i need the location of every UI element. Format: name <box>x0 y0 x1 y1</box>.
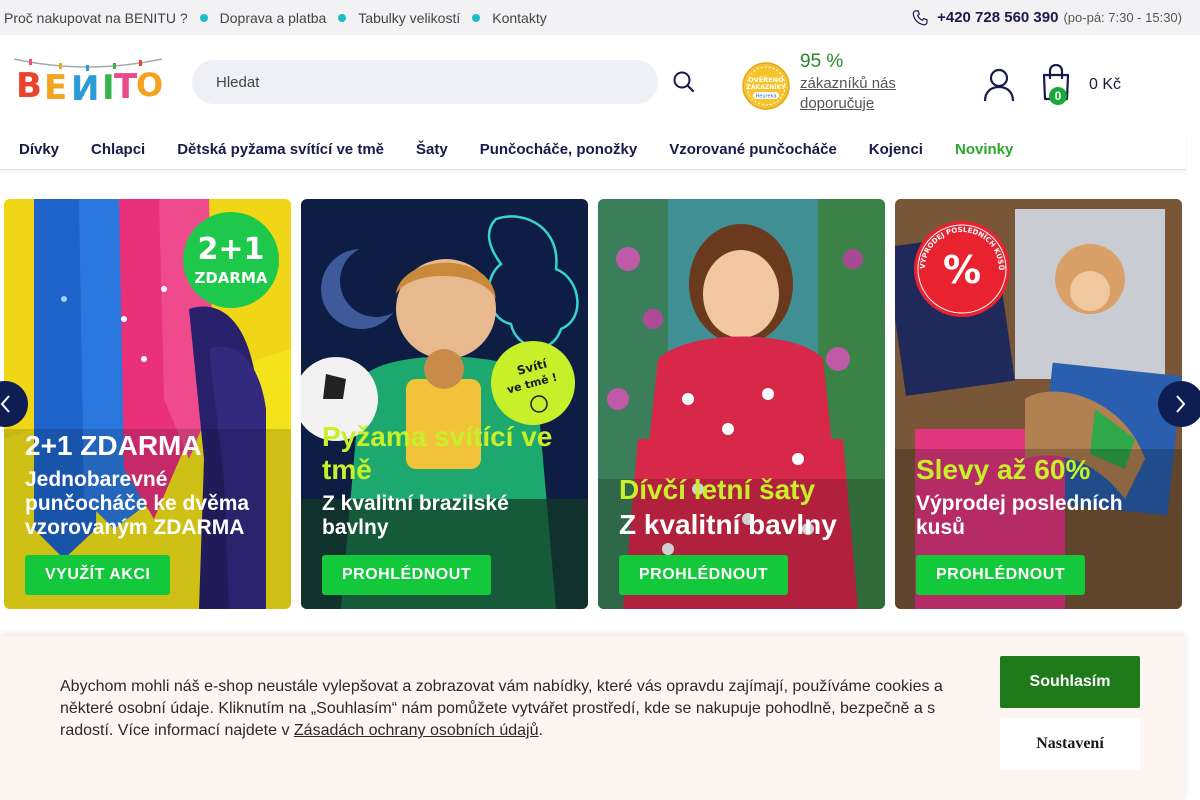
cookie-settings-button[interactable]: Nastavení <box>1000 718 1140 770</box>
carousel-prev-button[interactable] <box>0 381 28 427</box>
customer-rating: 95 % zákazníků nás doporučuje <box>800 51 940 114</box>
heureka-verified-badge[interactable]: OVĚŘENO ZÁKAZNÍKY Heureka <box>742 62 790 110</box>
benito-logo[interactable]: B E И I T O <box>12 53 164 109</box>
cookie-agree-button[interactable]: Souhlasím <box>1000 656 1140 708</box>
bullet-dot <box>199 13 208 22</box>
svg-text:O: O <box>136 66 163 104</box>
nav-item-tights-socks[interactable]: Punčocháče, ponožky <box>464 141 654 158</box>
banner-text: Slevy až 60% Výprodej posledních kusů <box>916 453 1168 540</box>
banner-subtitle: Z kvalitní brazilské bavlny <box>322 492 509 539</box>
cookie-message: Abychom mohli náš e-shop neustále vylepš… <box>60 676 960 742</box>
top-bar: Proč nakupovat na BENITU ? Doprava a pla… <box>0 0 1200 35</box>
banner-cta-button[interactable]: PROHLÉDNOUT <box>916 555 1086 595</box>
banner-title: 2+1 ZDARMA <box>25 430 202 461</box>
banner-cta-button[interactable]: VYUŽÍT AKCI <box>25 555 171 595</box>
banner-title: Slevy až 60% <box>916 454 1091 485</box>
svg-text:E: E <box>44 68 67 108</box>
banner-subtitle: Z kvalitní bavlny <box>619 509 837 540</box>
svg-text:ZDARMA: ZDARMA <box>194 269 267 287</box>
cookie-text-end: . <box>538 722 543 739</box>
promo-banners: 2+1 ZDARMA 2+1 ZDARMA Jednobarevné punčo… <box>4 199 1182 609</box>
privacy-policy-link[interactable]: Zásadách ochrany osobních údajů <box>294 722 539 739</box>
top-links: Proč nakupovat na BENITU ? Doprava a pla… <box>0 10 547 26</box>
chevron-right-icon <box>1176 395 1186 413</box>
top-link-shipping[interactable]: Doprava a platba <box>220 10 327 26</box>
main-nav: Dívky Chlapci Dětská pyžama svítící ve t… <box>0 130 1186 170</box>
svg-text:И: И <box>71 69 99 109</box>
search-input[interactable] <box>192 60 658 104</box>
banner-glow-pajamas[interactable]: Svítí ve tmě ! Pyžama svítící ve tmě Z k… <box>301 199 588 609</box>
svg-text:B: B <box>16 66 42 106</box>
rating-percent: 95 % <box>800 51 844 72</box>
bullet-dot <box>472 13 481 22</box>
bullet-dot <box>338 13 347 22</box>
banner-title: Dívčí letní šaty <box>619 474 816 505</box>
banner-subtitle: Jednobarevné punčocháče ke dvěma vzorova… <box>25 468 250 539</box>
banner-image-pajamas: Svítí ve tmě ! <box>301 199 588 609</box>
banner-text: 2+1 ZDARMA Jednobarevné punčocháče ke dv… <box>25 429 277 540</box>
nav-item-infants[interactable]: Kojenci <box>853 141 939 158</box>
user-icon[interactable] <box>982 67 1016 103</box>
svg-text:OVĚŘENO: OVĚŘENO <box>748 75 784 84</box>
contact-info: +420 728 560 390 (po-pá: 7:30 - 15:30) <box>911 0 1182 35</box>
cookie-consent-bar: Abychom mohli náš e-shop neustále vylepš… <box>0 636 1186 800</box>
banner-title: Pyžama svítící ve tmě <box>322 421 553 485</box>
nav-item-new[interactable]: Novinky <box>939 141 1029 158</box>
banner-image-dresses <box>598 199 885 609</box>
banner-text: Dívčí letní šaty Z kvalitní bavlny <box>619 473 871 541</box>
banner-image-sale: % VÝPRODEJ POSLEDNÍCH KUSŮ <box>895 199 1182 609</box>
nav-item-glow-pajamas[interactable]: Dětská pyžama svítící ve tmě <box>161 141 400 158</box>
nav-item-girls[interactable]: Dívky <box>3 141 75 158</box>
svg-text:I: I <box>102 68 115 108</box>
search-icon[interactable] <box>670 68 698 96</box>
top-link-contacts[interactable]: Kontakty <box>492 10 546 26</box>
rating-link[interactable]: zákazníků nás doporučuje <box>800 74 940 114</box>
opening-hours: (po-pá: 7:30 - 15:30) <box>1063 10 1182 25</box>
svg-text:ZÁKAZNÍKY: ZÁKAZNÍKY <box>747 83 787 91</box>
phone-icon <box>912 9 928 25</box>
svg-text:Heureka: Heureka <box>756 94 777 100</box>
nav-item-patterned-tights[interactable]: Vzorované punčocháče <box>653 141 853 158</box>
banner-subtitle: Výprodej posledních kusů <box>916 492 1123 539</box>
carousel-next-button[interactable] <box>1158 381 1200 427</box>
banner-text: Pyžama svítící ve tmě Z kvalitní brazils… <box>322 420 574 540</box>
top-link-why-benito[interactable]: Proč nakupovat na BENITU ? <box>4 10 188 26</box>
phone-number[interactable]: +420 728 560 390 <box>937 9 1058 26</box>
header: B E И I T O OVĚŘENO ZÁKAZNÍKY Heureka 95… <box>0 35 1186 130</box>
svg-text:2+1: 2+1 <box>198 232 265 267</box>
nav-item-boys[interactable]: Chlapci <box>75 141 161 158</box>
banner-cta-button[interactable]: PROHLÉDNOUT <box>619 555 789 595</box>
top-link-size-tables[interactable]: Tabulky velikostí <box>358 10 460 26</box>
chevron-left-icon <box>0 395 10 413</box>
banner-image-tights: 2+1 ZDARMA <box>4 199 291 609</box>
nav-item-dresses[interactable]: Šaty <box>400 141 464 158</box>
cart-count-badge: 0 <box>1049 87 1067 105</box>
banner-cta-button[interactable]: PROHLÉDNOUT <box>322 555 492 595</box>
banner-tights-offer[interactable]: 2+1 ZDARMA 2+1 ZDARMA Jednobarevné punčo… <box>4 199 291 609</box>
cart-total[interactable]: 0 Kč <box>1089 76 1121 94</box>
svg-text:%: % <box>943 248 981 292</box>
svg-text:T: T <box>114 67 138 107</box>
banner-summer-dresses[interactable]: Dívčí letní šaty Z kvalitní bavlny PROHL… <box>598 199 885 609</box>
banner-clearance-sale[interactable]: % VÝPRODEJ POSLEDNÍCH KUSŮ Slevy až 60% … <box>895 199 1182 609</box>
